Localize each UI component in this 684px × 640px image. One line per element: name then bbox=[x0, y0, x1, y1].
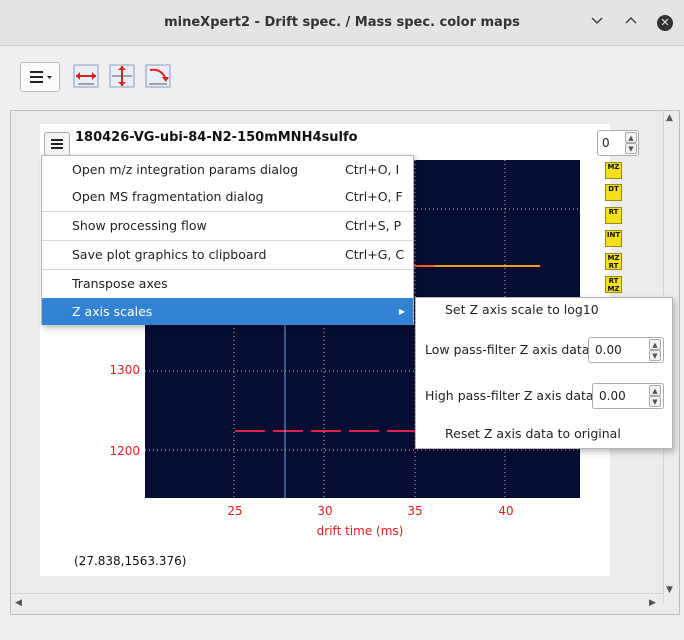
zoom-vertical-button[interactable] bbox=[108, 62, 136, 90]
menu-item-open-mz-integration[interactable]: Open m/z integration params dialog Ctrl+O… bbox=[42, 156, 413, 184]
menu-item-show-processing-flow[interactable]: Show processing flow Ctrl+S, P bbox=[42, 212, 413, 240]
zoom-horizontal-button[interactable] bbox=[72, 62, 100, 90]
y-tick-label: 1200 bbox=[109, 444, 140, 458]
menu-item-z-axis-scales[interactable]: Z axis scales ▶ bbox=[42, 298, 413, 325]
minimize-button[interactable] bbox=[584, 10, 610, 36]
spin-down-icon[interactable]: ▼ bbox=[625, 143, 637, 154]
menu-item-save-plot-graphics[interactable]: Save plot graphics to clipboard Ctrl+G, C bbox=[42, 241, 413, 269]
reset-zoom-icon bbox=[145, 64, 171, 88]
menu-icon bbox=[51, 139, 63, 149]
int-icon[interactable]: INT bbox=[605, 230, 622, 247]
cursor-coordinates: (27.838,1563.376) bbox=[74, 554, 187, 568]
spin-up-icon[interactable]: ▲ bbox=[649, 339, 661, 350]
x-tick-label: 40 bbox=[498, 504, 514, 518]
scroll-down-icon[interactable]: ▼ bbox=[666, 585, 673, 595]
rt-mz-icon[interactable]: RT MZ bbox=[605, 276, 622, 293]
scroll-up-icon[interactable]: ▲ bbox=[666, 113, 673, 123]
x-axis-label: drift time (ms) bbox=[316, 524, 404, 538]
rt-icon[interactable]: RT bbox=[605, 207, 622, 224]
close-icon: ✕ bbox=[657, 15, 673, 31]
submenu-arrow-icon: ▶ bbox=[398, 307, 405, 316]
low-pass-filter-label: Low pass-filter Z axis data bbox=[425, 342, 590, 357]
spin-up-icon[interactable]: ▲ bbox=[625, 132, 637, 143]
x-tick-label: 25 bbox=[227, 504, 243, 518]
y-tick-label: 1300 bbox=[109, 363, 140, 377]
plot-title: 180426-VG-ubi-84-N2-150mMNH4sulfo bbox=[75, 130, 358, 145]
zoom-vertical-icon bbox=[109, 64, 135, 88]
high-pass-filter-label: High pass-filter Z axis data bbox=[425, 388, 594, 403]
spin-down-icon[interactable]: ▼ bbox=[649, 396, 661, 407]
menu-item-open-ms-fragmentation[interactable]: Open MS fragmentation dialog Ctrl+O, F bbox=[42, 183, 413, 211]
spin-up-icon[interactable]: ▲ bbox=[649, 385, 661, 396]
x-tick-label: 35 bbox=[407, 504, 423, 518]
scroll-right-icon[interactable]: ▶ bbox=[649, 598, 656, 608]
reset-zoom-button[interactable] bbox=[144, 62, 172, 90]
toolbar-menu-button[interactable] bbox=[20, 62, 60, 92]
chevron-up-icon bbox=[625, 16, 637, 24]
horizontal-scrollbar[interactable]: ◀ ▶ bbox=[11, 593, 663, 613]
submenu-reset-z-axis[interactable]: Reset Z axis data to original bbox=[445, 424, 621, 444]
menu-item-transpose-axes[interactable]: Transpose axes bbox=[42, 270, 413, 298]
plot-menu-button[interactable] bbox=[44, 132, 70, 156]
plot-index-value: 0 bbox=[602, 136, 610, 150]
window-title: mineXpert2 - Drift spec. / Mass spec. co… bbox=[164, 15, 520, 30]
dt-icon[interactable]: DT bbox=[605, 184, 622, 201]
maximize-button[interactable] bbox=[618, 10, 644, 36]
chevron-down-icon bbox=[591, 17, 603, 25]
x-tick-label: 30 bbox=[317, 504, 333, 518]
close-button[interactable]: ✕ bbox=[652, 10, 678, 36]
mz-icon[interactable]: MZ bbox=[605, 162, 622, 179]
scroll-left-icon[interactable]: ◀ bbox=[15, 598, 22, 608]
mz-rt-icon[interactable]: MZ RT bbox=[605, 253, 622, 270]
toolbar bbox=[0, 47, 684, 103]
zoom-horizontal-icon bbox=[73, 64, 99, 88]
spin-down-icon[interactable]: ▼ bbox=[649, 350, 661, 361]
menu-icon bbox=[30, 71, 52, 83]
submenu-set-log10[interactable]: Set Z axis scale to log10 bbox=[445, 300, 599, 320]
